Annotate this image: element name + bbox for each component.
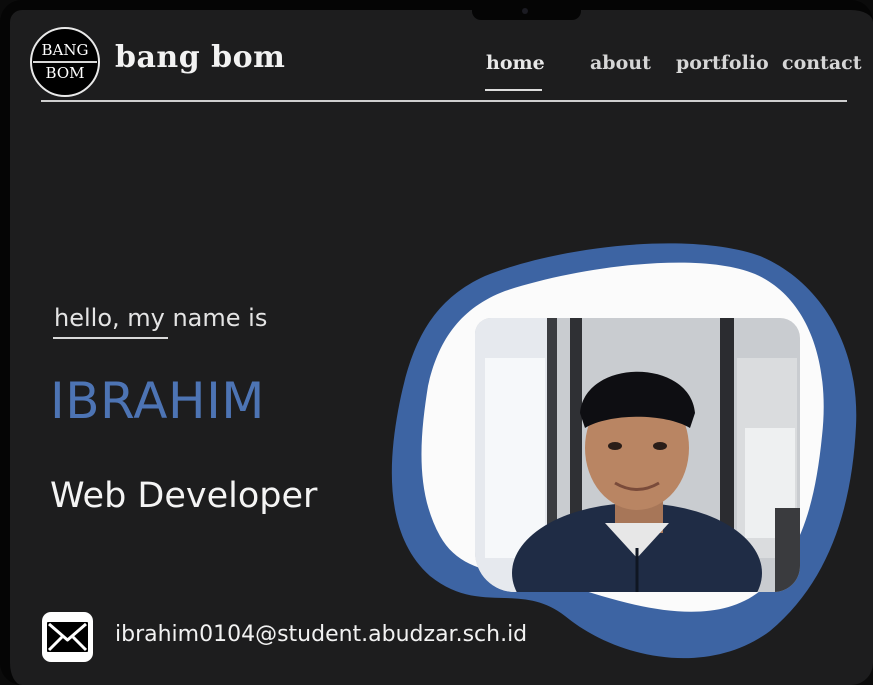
hero-role: Web Developer [50,476,318,516]
nav-about[interactable]: about [590,52,651,74]
header-divider [41,100,847,102]
nav-home[interactable]: home [486,52,545,74]
camera-icon [522,8,528,14]
profile-photo [475,318,800,592]
nav-active-indicator [485,89,542,91]
nav-portfolio[interactable]: portfolio [676,52,769,74]
greeting-underline [53,337,168,339]
nav-contact[interactable]: contact [782,52,862,74]
hero-name: IBRAHIM [50,372,265,430]
screen-notch [472,0,581,20]
portrait-image [475,318,800,592]
greeting-text: hello, my name is [54,304,268,332]
envelope-icon[interactable] [42,612,93,662]
main-nav: home about portfolio contact [0,52,873,92]
